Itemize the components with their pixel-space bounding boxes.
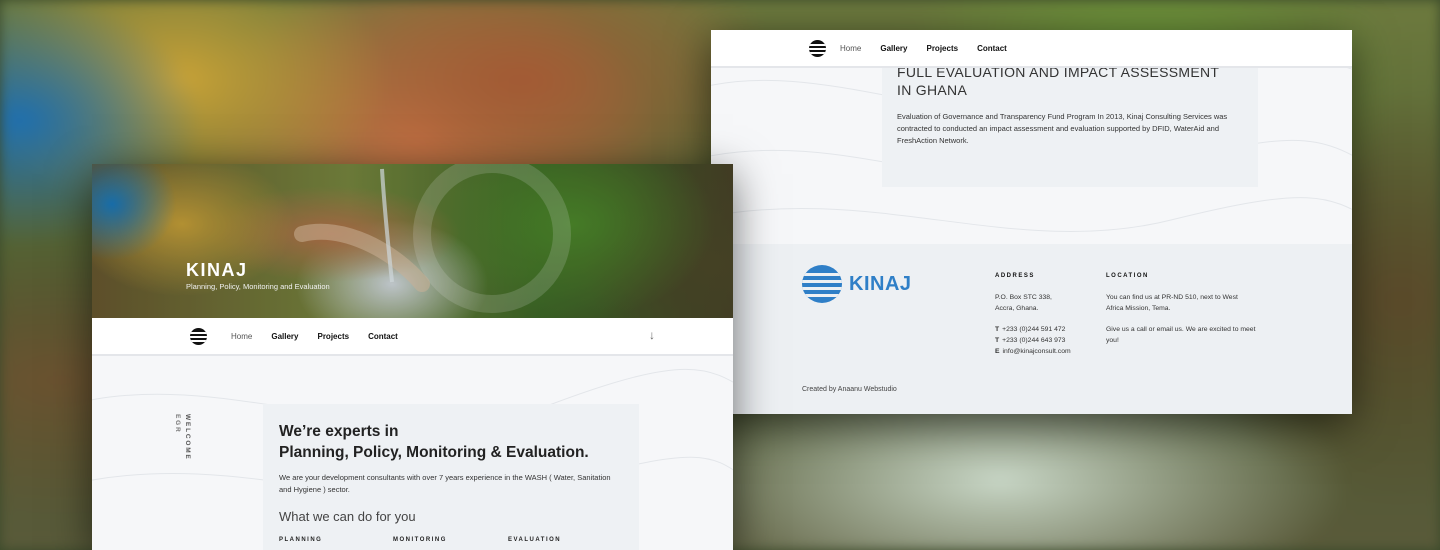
hero-title: KINAJ bbox=[186, 260, 248, 280]
service-planning: PLANNING bbox=[279, 537, 323, 543]
hero-banner bbox=[92, 164, 733, 318]
address-line-2: Accra, Ghana. bbox=[995, 305, 1039, 312]
nav-contact-link[interactable]: Contact bbox=[368, 332, 398, 341]
welcome-side-label-cut: EGR bbox=[174, 414, 181, 434]
project-page-screenshot: FULL EVALUATION AND IMPACT ASSESSMENT IN… bbox=[711, 30, 1352, 414]
footer-credit[interactable]: Created by Anaanu Webstudio bbox=[802, 386, 897, 393]
nav-contact-link[interactable]: Contact bbox=[977, 44, 1007, 53]
intro-paragraph: We are your development consultants with… bbox=[279, 473, 611, 494]
water-splash-graphic bbox=[294, 164, 571, 313]
footer-address-column: ADDRESS P.O. Box STC 338, Accra, Ghana. … bbox=[995, 271, 1100, 357]
phone-2[interactable]: T +233 (0)244 643 973 bbox=[995, 335, 1100, 346]
intro-heading: We’re experts in Planning, Policy, Monit… bbox=[279, 423, 589, 461]
main-nav-bar: Home Gallery Projects Contact ↓ bbox=[92, 318, 733, 356]
service-evaluation: EVALUATION bbox=[508, 537, 562, 543]
nav-home-link[interactable]: Home bbox=[231, 332, 252, 341]
location-heading: LOCATION bbox=[1106, 273, 1149, 279]
address-heading: ADDRESS bbox=[995, 273, 1035, 279]
nav-gallery-link[interactable]: Gallery bbox=[271, 332, 298, 341]
site-logo-icon[interactable] bbox=[809, 39, 826, 57]
welcome-side-label: WELCOME bbox=[184, 414, 191, 461]
site-footer: KINAJ ADDRESS P.O. Box STC 338, Accra, G… bbox=[711, 244, 1352, 414]
hero-subtitle: Planning, Policy, Monitoring and Evaluat… bbox=[186, 282, 330, 291]
location-cta: Give us a call or email us. We are excit… bbox=[1106, 326, 1256, 344]
service-monitoring: MONITORING bbox=[393, 537, 447, 543]
footer-location-column: LOCATION You can find us at PR-ND 510, n… bbox=[1106, 271, 1256, 346]
project-description: Evaluation of Governance and Transparenc… bbox=[897, 112, 1228, 145]
address-line-1: P.O. Box STC 338, bbox=[995, 294, 1052, 301]
home-page-screenshot: KINAJ Planning, Policy, Monitoring and E… bbox=[92, 164, 733, 550]
location-text: You can find us at PR-ND 510, next to We… bbox=[1106, 294, 1238, 312]
project-title: FULL EVALUATION AND IMPACT ASSESSMENT IN… bbox=[897, 64, 1220, 98]
footer-brand-name: KINAJ bbox=[849, 272, 912, 295]
email-link[interactable]: Einfo@kinajconsult.com bbox=[995, 346, 1100, 357]
site-logo-icon[interactable] bbox=[190, 327, 207, 345]
nav-projects-link[interactable]: Projects bbox=[317, 332, 349, 341]
phone-1[interactable]: T +233 (0)244 591 472 bbox=[995, 324, 1100, 335]
footer-logo[interactable]: KINAJ bbox=[802, 265, 912, 303]
kinaj-logo-icon bbox=[802, 265, 842, 303]
arrow-down-icon[interactable]: ↓ bbox=[649, 328, 655, 342]
top-nav-bar: Home Gallery Projects Contact bbox=[711, 30, 1352, 68]
services-heading: What we can do for you bbox=[279, 509, 416, 524]
nav-home-link[interactable]: Home bbox=[840, 44, 861, 53]
nav-projects-link[interactable]: Projects bbox=[926, 44, 958, 53]
nav-gallery-link[interactable]: Gallery bbox=[880, 44, 907, 53]
